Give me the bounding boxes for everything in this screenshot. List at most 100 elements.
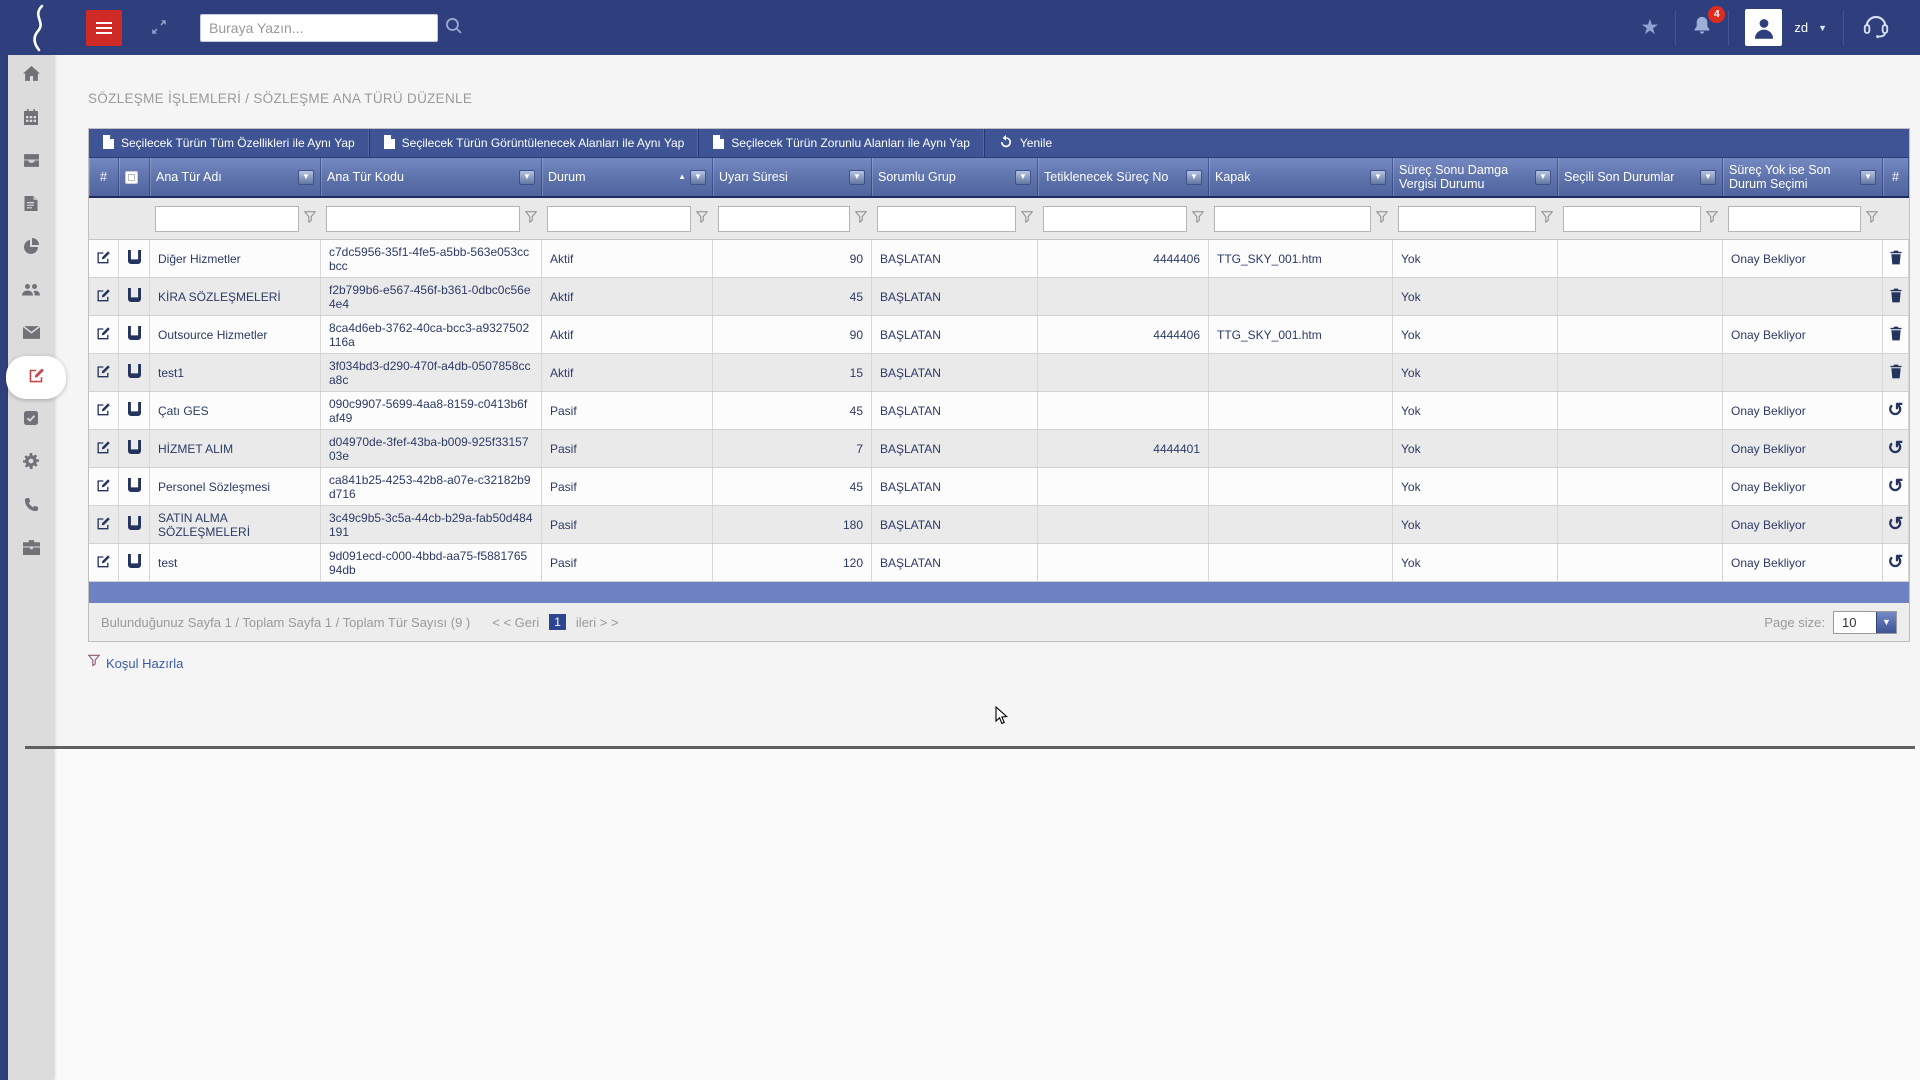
edit-row-button[interactable] (96, 554, 111, 572)
column-header-last_state[interactable]: Süreç Yok ise Son Durum Seçimi▼ (1723, 158, 1883, 196)
filter-input-group[interactable] (877, 206, 1016, 232)
filter-input-process_no[interactable] (1043, 206, 1187, 232)
user-menu-caret-icon[interactable]: ▼ (1818, 23, 1827, 33)
cell-cover (1209, 392, 1393, 429)
edit-row-button[interactable] (96, 364, 111, 382)
save-row-button[interactable] (128, 440, 141, 457)
next-page-link[interactable]: ileri > > (576, 615, 619, 630)
sidebar-item-groups[interactable] (8, 270, 54, 313)
sidebar-item-contract-edit[interactable] (6, 356, 66, 399)
column-header-selected_states[interactable]: Seçili Son Durumlar▼ (1558, 158, 1723, 196)
edit-row-button[interactable] (96, 250, 111, 268)
column-filter-caret-icon[interactable]: ▼ (1860, 170, 1876, 185)
save-row-button[interactable] (128, 288, 141, 305)
sidebar-item-documents[interactable] (8, 184, 54, 227)
save-row-button[interactable] (128, 516, 141, 533)
favorites-star-icon[interactable]: ★ (1641, 17, 1660, 38)
delete-row-button[interactable] (1890, 250, 1902, 268)
toolbar-button-3[interactable]: Seçilecek Türün Zorunlu Alanları ile Ayn… (699, 129, 985, 157)
sidebar-item-home[interactable] (8, 55, 54, 98)
avatar[interactable] (1745, 9, 1782, 46)
restore-row-button[interactable]: ↺ (1888, 477, 1904, 496)
filter-input-last_state[interactable] (1728, 206, 1861, 232)
column-filter-caret-icon[interactable]: ▼ (1700, 170, 1716, 185)
filter-input-cover[interactable] (1214, 206, 1371, 232)
current-page-button[interactable]: 1 (549, 614, 566, 630)
sidebar-item-work[interactable] (8, 528, 54, 571)
restore-row-button[interactable]: ↺ (1888, 401, 1904, 420)
column-header-name[interactable]: Ana Tür Adı▼ (150, 158, 321, 196)
filter-input-code[interactable] (326, 206, 520, 232)
column-filter-caret-icon[interactable]: ▼ (690, 170, 706, 185)
save-row-button[interactable] (128, 478, 141, 495)
prepare-condition-link[interactable]: Koşul Hazırla (106, 656, 183, 671)
delete-row-button[interactable] (1890, 288, 1902, 306)
sidebar-item-settings[interactable] (8, 442, 54, 485)
page-size-select[interactable]: 10 ▼ (1833, 611, 1897, 634)
filter-input-selected_states[interactable] (1563, 206, 1701, 232)
column-header-cover[interactable]: Kapak▼ (1209, 158, 1393, 196)
column-header-status[interactable]: Durum▲▼ (542, 158, 713, 196)
toolbar-button-4[interactable]: Yenile (985, 129, 1066, 157)
prev-page-link[interactable]: < < Geri (492, 615, 539, 630)
column-header-code[interactable]: Ana Tür Kodu▼ (321, 158, 542, 196)
column-filter-caret-icon[interactable]: ▼ (1370, 170, 1386, 185)
filter-funnel-icon[interactable] (1376, 210, 1388, 228)
save-row-button[interactable] (128, 364, 141, 381)
column-header-warning[interactable]: Uyarı Süresi▼ (713, 158, 872, 196)
column-filter-caret-icon[interactable]: ▼ (1015, 170, 1031, 185)
save-row-button[interactable] (128, 250, 141, 267)
filter-funnel-icon[interactable] (1866, 210, 1878, 228)
support-headset-icon[interactable] (1860, 9, 1892, 46)
column-filter-caret-icon[interactable]: ▼ (298, 170, 314, 185)
sidebar-item-tasks[interactable] (8, 399, 54, 442)
column-header-group[interactable]: Sorumlu Grup▼ (872, 158, 1038, 196)
filter-funnel-icon[interactable] (696, 210, 708, 228)
filter-funnel-icon[interactable] (1541, 210, 1553, 228)
sidebar-item-reports[interactable] (8, 227, 54, 270)
sidebar-item-calls[interactable] (8, 485, 54, 528)
column-filter-caret-icon[interactable]: ▼ (849, 170, 865, 185)
filter-funnel-icon[interactable] (304, 210, 316, 228)
restore-row-button[interactable]: ↺ (1888, 553, 1904, 572)
column-header-process_no[interactable]: Tetiklenecek Süreç No▼ (1038, 158, 1209, 196)
sidebar-item-messages[interactable] (8, 313, 54, 356)
filter-funnel-icon[interactable] (1192, 210, 1204, 228)
save-row-button[interactable] (128, 554, 141, 571)
select-all-checkbox[interactable] (125, 171, 138, 184)
edit-row-button[interactable] (96, 516, 111, 534)
filter-funnel-icon[interactable] (525, 210, 537, 228)
menu-button[interactable] (86, 10, 122, 46)
toolbar-button-1[interactable]: Seçilecek Türün Tüm Özellikleri ile Aynı… (89, 129, 370, 157)
column-filter-caret-icon[interactable]: ▼ (519, 170, 535, 185)
restore-row-button[interactable]: ↺ (1888, 515, 1904, 534)
column-filter-caret-icon[interactable]: ▼ (1186, 170, 1202, 185)
notifications-bell-icon[interactable]: 4 (1692, 15, 1712, 41)
filter-funnel-icon[interactable] (1021, 210, 1033, 228)
sidebar-item-inbox[interactable] (8, 141, 54, 184)
edit-row-button[interactable] (96, 402, 111, 420)
filter-input-stamp[interactable] (1398, 206, 1536, 232)
filter-input-name[interactable] (155, 206, 299, 232)
edit-row-button[interactable] (96, 326, 111, 344)
filter-input-warning[interactable] (718, 206, 850, 232)
restore-row-button[interactable]: ↺ (1888, 439, 1904, 458)
delete-row-button[interactable] (1890, 364, 1902, 382)
save-row-button[interactable] (128, 402, 141, 419)
cell-name: KİRA SÖZLEŞMELERİ (150, 278, 321, 315)
filter-input-status[interactable] (547, 206, 691, 232)
sidebar-item-calendar[interactable] (8, 98, 54, 141)
column-filter-caret-icon[interactable]: ▼ (1535, 170, 1551, 185)
edit-row-button[interactable] (96, 440, 111, 458)
toolbar-button-2[interactable]: Seçilecek Türün Görüntülenecek Alanları … (370, 129, 700, 157)
edit-row-button[interactable] (96, 478, 111, 496)
filter-funnel-icon[interactable] (1706, 210, 1718, 228)
filter-funnel-icon[interactable] (855, 210, 867, 228)
edit-row-button[interactable] (96, 288, 111, 306)
search-input[interactable] (200, 14, 438, 42)
delete-row-button[interactable] (1890, 326, 1902, 344)
search-icon[interactable] (444, 16, 463, 40)
column-header-stamp[interactable]: Süreç Sonu Damga Vergisi Durumu▼ (1393, 158, 1558, 196)
save-row-button[interactable] (128, 326, 141, 343)
expand-icon[interactable] (150, 18, 168, 41)
